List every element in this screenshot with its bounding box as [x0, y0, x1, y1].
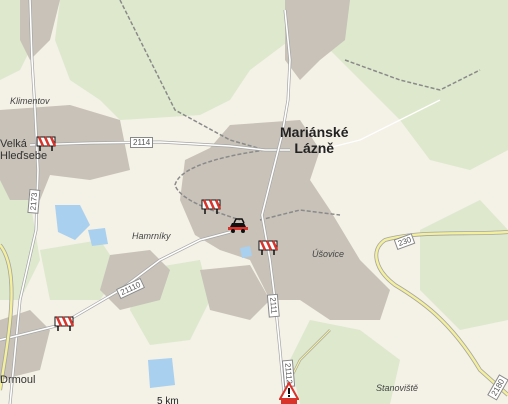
map-view[interactable]: Mariánské Lázně Velká Hleďsebe Klimentov… [0, 0, 508, 404]
place-drmoul: Drmoul [0, 374, 36, 386]
place-klimentov: Klimentov [10, 96, 50, 106]
road-label-2111: 2111 [266, 293, 280, 318]
road-label-2114: 2114 [130, 137, 154, 148]
roadwork-icon[interactable] [36, 136, 56, 152]
roadwork-icon[interactable] [54, 316, 74, 332]
place-hamrniky: Hamrníky [132, 231, 171, 241]
place-marianske-lazne: Mariánské Lázně [280, 124, 348, 156]
warning-sign-icon[interactable] [279, 382, 299, 404]
place-marianske-line1: Mariánské [280, 124, 349, 140]
scale-label: 5 km [157, 396, 179, 404]
traffic-jam-icon[interactable] [227, 215, 249, 233]
map-canvas [0, 0, 508, 404]
road-label-2173: 2173 [27, 189, 41, 214]
place-stanoviste: Stanoviště [376, 383, 419, 393]
roadwork-icon[interactable] [201, 199, 221, 215]
place-usovice: Úšovice [312, 249, 345, 259]
place-marianske-line2: Lázně [294, 140, 335, 156]
roadwork-icon[interactable] [258, 240, 278, 256]
